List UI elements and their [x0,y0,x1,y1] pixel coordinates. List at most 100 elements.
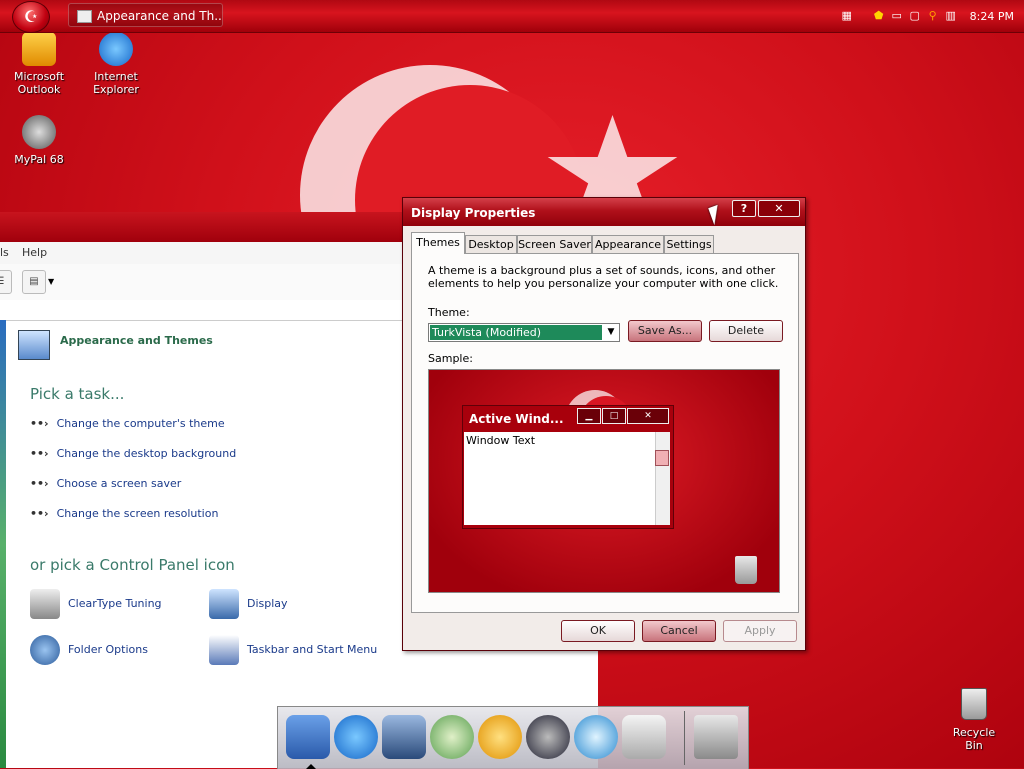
media-icon[interactable]: ▥ [944,9,958,23]
arrow-bullet-icon: ••› [30,447,49,460]
taskbar-start-menu-item[interactable]: Taskbar and Start Menu [209,635,378,665]
minimize-icon: ▁ [577,408,601,424]
task-label: Change the computer's theme [56,417,225,430]
tab-settings[interactable]: Settings [664,235,714,253]
display-properties-dialog: Display Properties ? ✕ Themes Desktop Sc… [402,197,806,651]
desktop-icon-recycle-bin[interactable]: Recycle Bin [944,688,1004,752]
help-button[interactable]: ? [732,200,756,217]
theme-select-value: TurkVista (Modified) [430,325,602,340]
internet-explorer-icon [99,32,133,66]
search-icon[interactable]: ⚲ [926,9,940,23]
taskbar-icon [209,635,239,665]
media-player-icon[interactable] [478,715,522,759]
desktop-icon-mypal[interactable]: MyPal 68 [0,115,78,166]
maximize-icon: □ [602,408,626,424]
views-button[interactable]: ▤ [22,270,46,294]
recycle-bin-icon [961,688,987,720]
start-button[interactable]: ☪ [12,1,50,33]
apply-button[interactable]: Apply [723,620,797,642]
task-label: Change the desktop background [56,447,237,460]
folders-button[interactable]: ☰ [0,270,12,294]
dock [277,706,749,769]
itunes-icon[interactable] [430,715,474,759]
cleartype-icon [30,589,60,619]
cancel-button[interactable]: Cancel [642,620,716,642]
dvd-player-icon[interactable] [526,715,570,759]
tab-themes[interactable]: Themes [411,232,465,254]
sample-scrollbar [655,432,670,525]
themes-panel: A theme is a background plus a set of so… [411,253,799,613]
quicktime-icon[interactable] [574,715,618,759]
chevron-down-icon[interactable]: ▼ [603,324,619,341]
battery-icon[interactable]: ▭ [890,9,904,23]
outlook-icon [22,32,56,66]
close-icon: ✕ [627,408,669,424]
pick-icon-heading: or pick a Control Panel icon [30,556,235,574]
desktop-icon-internet-explorer[interactable]: Internet Explorer [77,32,155,96]
trash-icon[interactable] [694,715,738,759]
display-item[interactable]: Display [209,589,288,619]
views-dropdown-icon[interactable]: ▼ [48,277,54,286]
arrow-bullet-icon: ••› [30,507,49,520]
network-icon[interactable]: ▢ [908,9,922,23]
preview-icon[interactable] [382,715,426,759]
taskbar: ☪ Appearance and Th... ▦ ⬟ ▭ ▢ ⚲ ▥ 8:24 … [0,0,1024,33]
cp-icon-label: Folder Options [68,643,148,656]
folder-options-item[interactable]: Folder Options [30,635,148,665]
sample-window-title: Active Wind... [469,412,564,426]
menu-item-tools[interactable]: ls [0,246,9,259]
clock: 8:24 PM [969,9,1014,23]
internet-explorer-dock-icon[interactable] [334,715,378,759]
desktop-icon-label: MyPal 68 [14,153,64,166]
pick-task-heading: Pick a task... [30,385,125,403]
taskbar-button-appearance[interactable]: Appearance and Th... [68,3,223,27]
window-icon [77,10,92,23]
keyboard-icon[interactable]: ▦ [840,9,854,23]
cleartype-tuning-item[interactable]: ClearType Tuning [30,589,162,619]
menu-item-help[interactable]: Help [22,246,47,259]
sample-label: Sample: [428,352,473,365]
taskbar-button-label: Appearance and Th... [97,9,223,23]
tab-screen-saver[interactable]: Screen Saver [517,235,592,253]
sample-window-text: Window Text [466,434,536,447]
task-change-theme[interactable]: ••› Change the computer's theme [30,417,225,430]
tab-desktop[interactable]: Desktop [465,235,517,253]
dock-separator [684,711,685,765]
task-screen-saver[interactable]: ••› Choose a screen saver [30,477,181,490]
recycle-bin-label: Recycle Bin [952,726,996,752]
theme-sample-preview: Active Wind... ▁ □ ✕ Window Text [428,369,780,593]
desktop-icon-label: Outlook [17,83,61,96]
shield-icon[interactable]: ⬟ [872,9,886,23]
desktop-icon-label: Explorer [93,83,139,96]
desktop-icon-label: Microsoft [13,70,65,83]
mypal-raccoon-icon [22,115,56,149]
close-button[interactable]: ✕ [758,200,800,217]
tab-appearance[interactable]: Appearance [592,235,664,253]
save-as-button[interactable]: Save As... [628,320,702,342]
cp-icon-label: Display [247,597,288,610]
dialog-title: Display Properties [411,206,536,220]
cp-icon-label: Taskbar and Start Menu [247,643,378,656]
ok-button[interactable]: OK [561,620,635,642]
task-label: Choose a screen saver [56,477,182,490]
task-label: Change the screen resolution [56,507,219,520]
finder-icon[interactable] [286,715,330,759]
display-icon [209,589,239,619]
sample-scroll-thumb [655,450,669,466]
apple-system-icon[interactable] [622,715,666,759]
arrow-bullet-icon: ••› [30,417,49,430]
system-tray: ▦ ⬟ ▭ ▢ ⚲ ▥ 8:24 PM [840,0,1024,32]
task-pane-strip [0,320,6,768]
desktop-icon-outlook[interactable]: Microsoft Outlook [0,32,78,96]
sample-active-window: Active Wind... ▁ □ ✕ Window Text [462,405,674,529]
category-heading: Appearance and Themes [60,334,213,347]
theme-label: Theme: [428,306,470,319]
delete-button[interactable]: Delete [709,320,783,342]
sample-window-client: Window Text [464,432,670,525]
theme-select[interactable]: TurkVista (Modified) ▼ [428,323,620,342]
monitor-icon [18,330,50,360]
task-screen-resolution[interactable]: ••› Change the screen resolution [30,507,218,520]
sample-recycle-bin-icon [735,556,757,584]
task-change-background[interactable]: ••› Change the desktop background [30,447,236,460]
running-indicator-icon [306,764,316,769]
